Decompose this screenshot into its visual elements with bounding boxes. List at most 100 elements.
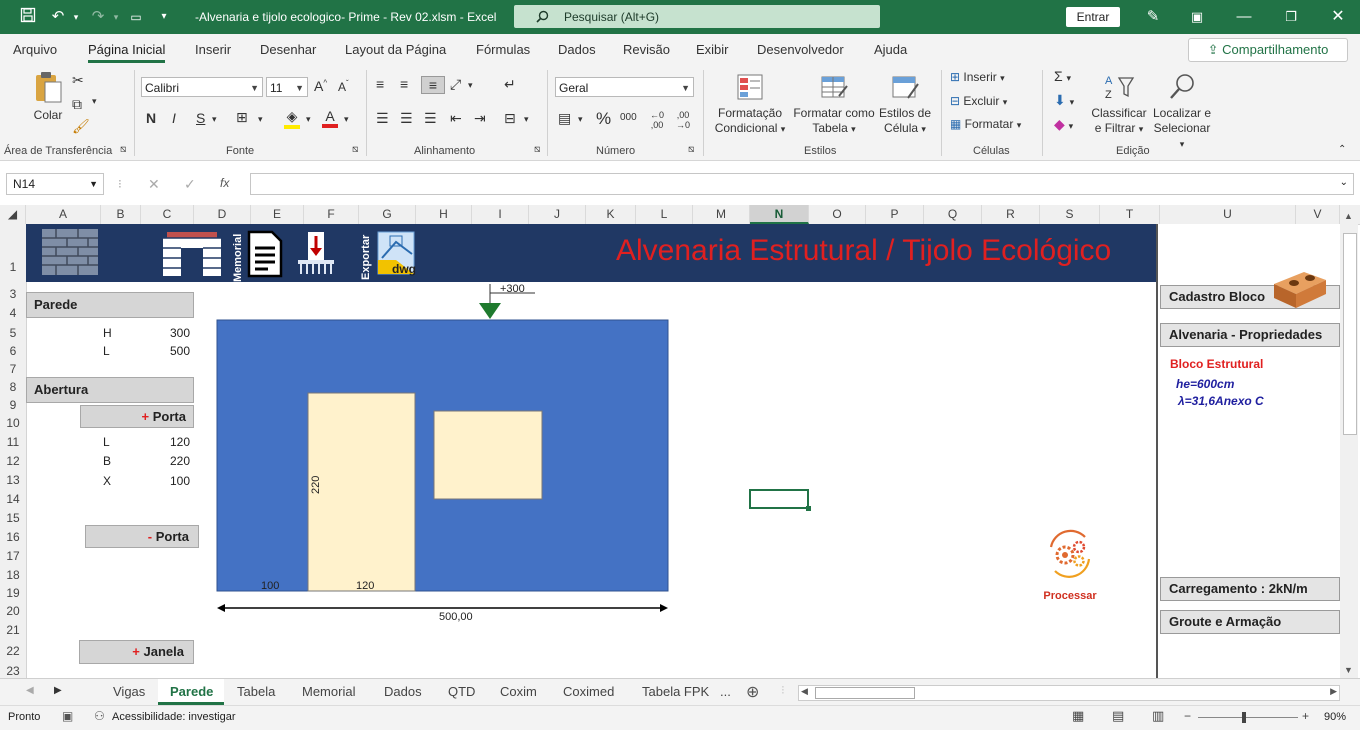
conditional-formatting-button[interactable]: Formatação Condicional ▾ bbox=[710, 72, 790, 137]
format-as-table-button[interactable]: Formatar como Tabela ▾ bbox=[790, 72, 878, 137]
zoom-in-icon[interactable]: + bbox=[1302, 709, 1309, 723]
currency-icon[interactable]: ▤ bbox=[558, 110, 571, 127]
memorial-document-icon[interactable] bbox=[246, 230, 284, 278]
bold-button[interactable]: N bbox=[146, 110, 156, 126]
tab-tabela-fpk[interactable]: Tabela FPK bbox=[642, 684, 709, 699]
scroll-thumb[interactable] bbox=[1343, 233, 1357, 435]
tab-coxim[interactable]: Coxim bbox=[500, 684, 537, 699]
row-header[interactable]: 17 bbox=[0, 549, 26, 563]
expand-formula-icon[interactable]: ⌄ bbox=[1340, 177, 1348, 188]
porta-l-value[interactable]: 120 bbox=[170, 435, 190, 449]
porta-b-value[interactable]: 220 bbox=[170, 454, 190, 468]
menu-desenhar[interactable]: Desenhar bbox=[260, 42, 316, 57]
column-header[interactable]: B bbox=[101, 205, 141, 224]
decrease-font-icon[interactable]: Aˇ bbox=[338, 79, 349, 94]
page-break-view-icon[interactable]: ▥ bbox=[1152, 708, 1164, 724]
decrease-indent-icon[interactable]: ⇤ bbox=[450, 110, 462, 127]
carregamento-button[interactable]: Carregamento : 2kN/m bbox=[1160, 577, 1340, 601]
decrease-decimal-icon[interactable]: ,00 →0 bbox=[676, 110, 690, 130]
menu-formulas[interactable]: Fórmulas bbox=[476, 42, 530, 57]
macro-record-icon[interactable]: ▣ bbox=[62, 709, 73, 723]
redo-icon[interactable]: ↷ bbox=[88, 7, 108, 27]
horizontal-scrollbar[interactable]: ◀ ▶ bbox=[798, 685, 1340, 701]
number-launcher-icon[interactable]: ⧅ bbox=[688, 144, 694, 155]
selected-cell[interactable] bbox=[749, 489, 809, 509]
pen-icon[interactable]: ✎ bbox=[1143, 7, 1163, 27]
orientation-dropdown-icon[interactable]: ▾ bbox=[468, 80, 473, 91]
column-header[interactable]: Q bbox=[924, 205, 982, 224]
column-header[interactable]: A bbox=[26, 205, 101, 224]
restore-icon[interactable]: ❐ bbox=[1281, 7, 1301, 27]
column-header[interactable]: T bbox=[1100, 205, 1160, 224]
increase-decimal-icon[interactable]: ←0,00 bbox=[650, 110, 664, 130]
menu-arquivo[interactable]: Arquivo bbox=[13, 42, 57, 57]
close-icon[interactable]: ✕ bbox=[1328, 7, 1348, 27]
copy-dropdown-icon[interactable]: ▾ bbox=[92, 96, 97, 107]
h-value[interactable]: 300 bbox=[170, 326, 190, 340]
enter-icon[interactable]: ✓ bbox=[184, 176, 196, 193]
align-right-icon[interactable]: ☰ bbox=[424, 110, 437, 127]
copy-icon[interactable]: ⧉ bbox=[72, 96, 82, 113]
name-box[interactable]: N14 ▼ bbox=[6, 173, 104, 195]
fill-icon[interactable]: ⬇ ▾ bbox=[1054, 92, 1074, 109]
door-opening[interactable] bbox=[307, 392, 416, 592]
currency-dropdown-icon[interactable]: ▾ bbox=[578, 114, 583, 125]
normal-view-icon[interactable]: ▦ bbox=[1072, 708, 1084, 724]
search-box[interactable]: Pesquisar (Alt+G) bbox=[514, 5, 880, 28]
font-name-select[interactable]: Calibri ▼ bbox=[141, 77, 263, 97]
row-header[interactable]: 4 bbox=[0, 306, 26, 320]
page-layout-view-icon[interactable]: ▤ bbox=[1112, 708, 1124, 724]
column-header[interactable]: M bbox=[693, 205, 750, 224]
column-header-selected[interactable]: N bbox=[750, 205, 809, 224]
scroll-left-icon[interactable]: ◀ bbox=[801, 686, 808, 697]
tab-parede[interactable]: Parede bbox=[170, 684, 213, 699]
menu-dados[interactable]: Dados bbox=[558, 42, 596, 57]
row-header[interactable]: 1 bbox=[0, 260, 26, 274]
brick-wall-icon[interactable] bbox=[42, 229, 98, 275]
font-color-dropdown-icon[interactable]: ▾ bbox=[344, 114, 349, 125]
scroll-right-icon[interactable]: ▶ bbox=[1330, 686, 1337, 697]
format-painter-icon[interactable]: 🖌 bbox=[72, 118, 90, 135]
row-header[interactable]: 13 bbox=[0, 473, 26, 487]
zoom-slider-thumb[interactable] bbox=[1242, 712, 1246, 723]
scroll-down-icon[interactable]: ▼ bbox=[1344, 665, 1353, 675]
add-porta-button[interactable]: + Porta bbox=[80, 405, 194, 428]
column-header[interactable]: R bbox=[982, 205, 1040, 224]
borders-icon[interactable]: ⊞ bbox=[236, 109, 248, 126]
number-format-select[interactable]: Geral ▼ bbox=[555, 77, 694, 97]
align-top-icon[interactable]: ≡ bbox=[376, 76, 384, 92]
dwg-export-icon[interactable]: dwg bbox=[376, 230, 418, 276]
font-launcher-icon[interactable]: ⧅ bbox=[352, 144, 358, 155]
undo-icon[interactable]: ↶ bbox=[48, 7, 68, 27]
italic-button[interactable]: I bbox=[172, 110, 176, 126]
tab-splitter[interactable]: ⁝ bbox=[781, 683, 785, 697]
groute-armacao-button[interactable]: Groute e Armação bbox=[1160, 610, 1340, 634]
menu-exibir[interactable]: Exibir bbox=[696, 42, 729, 57]
row-header[interactable]: 15 bbox=[0, 511, 26, 525]
merge-dropdown-icon[interactable]: ▾ bbox=[524, 114, 529, 125]
window-opening[interactable] bbox=[433, 410, 543, 500]
tab-coximed[interactable]: Coximed bbox=[563, 684, 614, 699]
row-header[interactable]: 18 bbox=[0, 568, 26, 582]
tab-vigas[interactable]: Vigas bbox=[113, 684, 145, 699]
merge-icon[interactable]: ⊟ bbox=[504, 110, 516, 127]
row-header[interactable]: 6 bbox=[0, 344, 26, 358]
column-header[interactable]: L bbox=[636, 205, 693, 224]
fill-color-icon[interactable]: ◈ bbox=[284, 108, 300, 129]
undo-dropdown-icon[interactable]: ▾ bbox=[66, 7, 86, 27]
select-all-corner[interactable]: ◢ bbox=[0, 205, 26, 224]
column-header[interactable]: H bbox=[416, 205, 472, 224]
column-header[interactable]: U bbox=[1160, 205, 1296, 224]
menu-desenvolvedor[interactable]: Desenvolvedor bbox=[757, 42, 844, 57]
column-header[interactable]: E bbox=[251, 205, 304, 224]
process-button[interactable]: Processar bbox=[1036, 525, 1104, 603]
sort-filter-button[interactable]: AZ Classificar e Filtrar ▾ bbox=[1090, 72, 1148, 137]
column-header[interactable]: F bbox=[304, 205, 359, 224]
paste-button[interactable]: Colar bbox=[28, 70, 68, 126]
vertical-scrollbar[interactable]: ▲ ▼ bbox=[1340, 205, 1358, 678]
thousands-icon[interactable]: 000 bbox=[620, 112, 637, 123]
menu-layout[interactable]: Layout da Página bbox=[345, 42, 446, 57]
l-value[interactable]: 500 bbox=[170, 344, 190, 358]
tab-dados[interactable]: Dados bbox=[384, 684, 422, 699]
row-header[interactable]: 9 bbox=[0, 398, 26, 412]
